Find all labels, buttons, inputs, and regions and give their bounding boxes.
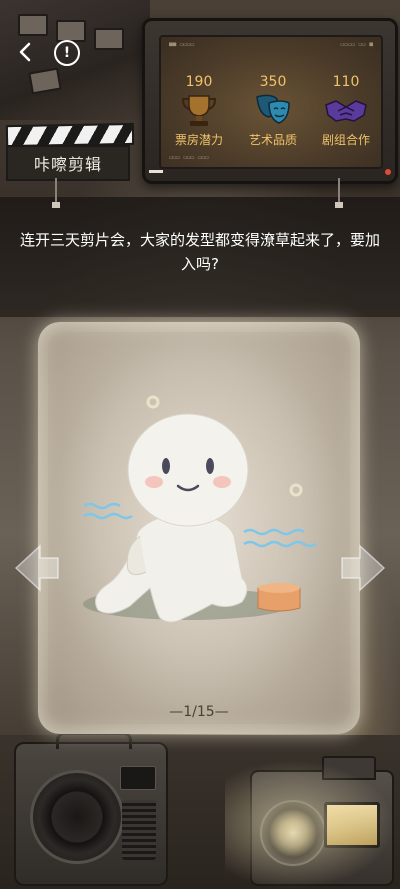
camera-decoration bbox=[250, 756, 394, 886]
status-light bbox=[149, 170, 163, 173]
prev-card-button[interactable] bbox=[12, 540, 60, 596]
stat-label: 票房潜力 bbox=[174, 133, 223, 147]
mask-icon bbox=[251, 93, 295, 127]
page-indicator: —1/15— bbox=[169, 704, 229, 720]
character-illustration bbox=[83, 395, 317, 623]
hanging-wire-right bbox=[335, 178, 343, 208]
stat-crew-cooperation: 110 剧组合作 bbox=[311, 73, 381, 148]
stat-value: 190 bbox=[185, 74, 213, 90]
monitor-screen: ■■ ▭▭▭▭ ▭▭▭▭ ▭▭ ■ ▭▭▭ ▭▭▭ ▭▭▭ 190 票房潜力 3… bbox=[159, 35, 383, 169]
arrow-right-icon bbox=[341, 544, 386, 592]
event-card[interactable]: —1/15— bbox=[38, 322, 360, 734]
stat-value: 350 bbox=[259, 74, 287, 90]
stats-monitor: ■■ ▭▭▭▭ ▭▭▭▭ ▭▭ ■ ▭▭▭ ▭▭▭ ▭▭▭ 190 票房潜力 3… bbox=[142, 18, 398, 184]
stat-art-quality: 350 艺术品质 bbox=[238, 73, 308, 148]
stat-box-office: 190 票房潜力 bbox=[164, 73, 234, 148]
stat-label: 剧组合作 bbox=[321, 133, 370, 147]
stat-label: 艺术品质 bbox=[248, 133, 297, 147]
trophy-icon bbox=[177, 93, 221, 127]
exclamation-circle-icon: ! bbox=[63, 45, 71, 61]
stat-value: 110 bbox=[332, 74, 360, 90]
clapperboard-icon bbox=[5, 122, 135, 148]
back-button[interactable] bbox=[12, 38, 40, 66]
hanging-wire-left bbox=[52, 178, 60, 208]
chevron-left-icon bbox=[19, 42, 31, 62]
title-plate: 咔嚓剪辑 bbox=[6, 145, 130, 181]
page-title: 咔嚓剪辑 bbox=[33, 155, 102, 174]
power-led bbox=[385, 169, 391, 175]
radio-decoration bbox=[14, 732, 168, 886]
handshake-icon bbox=[324, 93, 368, 127]
arrow-left-icon bbox=[14, 544, 59, 592]
event-question: 连开三天剪片会，大家的发型都变得潦草起来了，要加入吗? bbox=[20, 231, 381, 273]
next-card-button[interactable] bbox=[340, 540, 388, 596]
info-button[interactable]: ! bbox=[54, 40, 80, 66]
